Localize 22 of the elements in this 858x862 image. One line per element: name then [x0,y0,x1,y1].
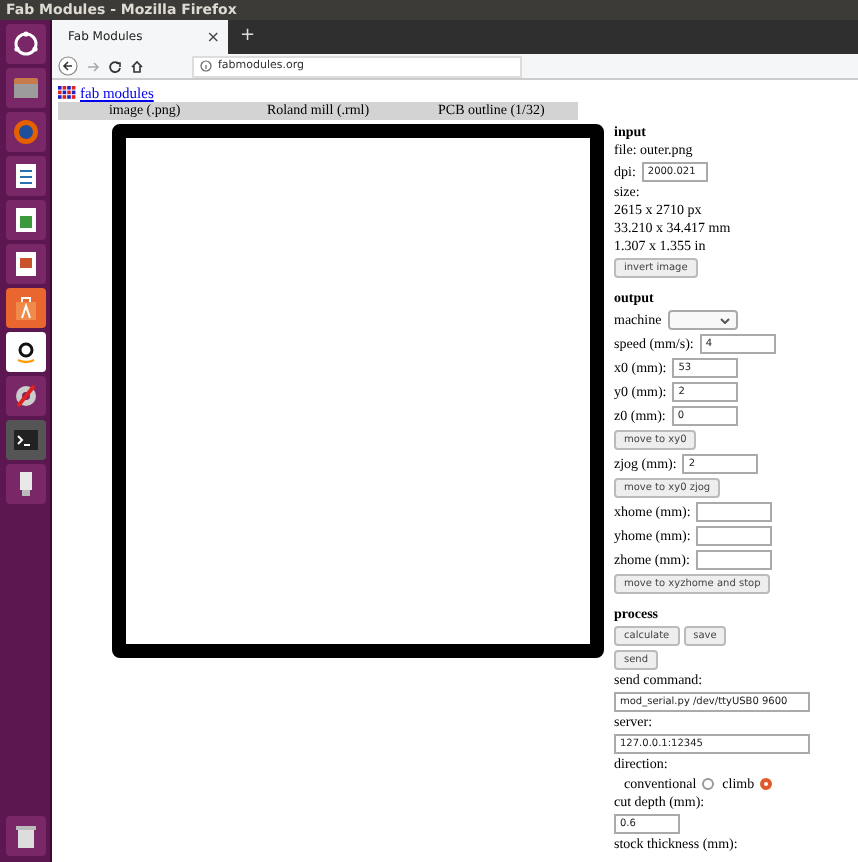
browser-icon[interactable] [5,112,45,152]
trash-icon[interactable] [5,816,45,856]
logo-icon [58,85,76,99]
document-icon[interactable] [5,156,45,196]
radio-button[interactable] [760,778,773,790]
close-tab-button[interactable]: × [206,28,220,46]
info-icon[interactable] [200,60,212,72]
usb-drive-icon[interactable] [5,464,45,504]
new-tab-button[interactable]: + [228,20,268,54]
input-field[interactable] [696,526,773,546]
input-field[interactable] [695,550,772,570]
home-icon[interactable] [130,59,144,73]
files-icon[interactable] [5,68,45,108]
terminal-icon[interactable] [5,420,45,460]
reload-icon[interactable] [108,59,122,73]
spreadsheet-icon[interactable] [5,200,45,240]
store-bag-icon[interactable] [5,288,45,328]
input-field[interactable] [696,502,773,522]
presentation-icon[interactable] [5,244,45,284]
back-icon[interactable] [58,56,78,76]
radio-button[interactable] [702,778,715,790]
caret-icon [719,317,730,323]
